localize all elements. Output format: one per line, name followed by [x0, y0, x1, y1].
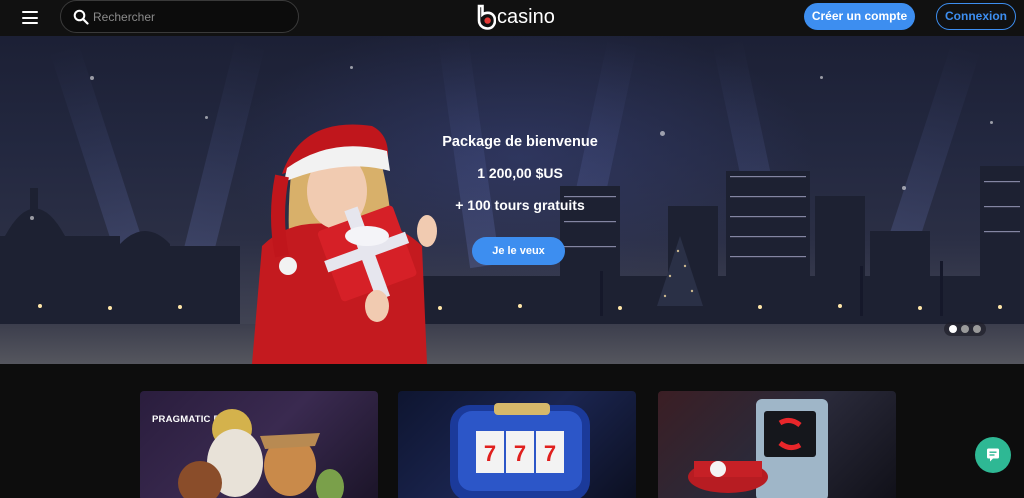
carousel-dot-1[interactable]: [949, 325, 957, 333]
logo-text: casino: [497, 5, 555, 28]
carousel-dot-2[interactable]: [961, 325, 969, 333]
live-chat-button[interactable]: [975, 437, 1011, 473]
promo-title: Package de bienvenue: [442, 134, 598, 150]
snowflake: [350, 66, 353, 69]
carousel-dots: [944, 322, 986, 336]
snowflake: [660, 131, 665, 136]
svg-text:7: 7: [484, 441, 496, 466]
game-tile-slot-machine[interactable]: 7 7 7: [398, 391, 636, 498]
game-tile-phone-device[interactable]: [658, 391, 896, 498]
svg-text:7: 7: [514, 441, 526, 466]
carousel-dot-3[interactable]: [973, 325, 981, 333]
logo-b-icon: [477, 4, 496, 30]
signup-button[interactable]: Créer un compte: [804, 3, 915, 30]
search-input[interactable]: [93, 7, 288, 27]
woman-with-gift-image: [252, 124, 437, 364]
promenade-ground: [0, 324, 1024, 364]
game-characters-image: [178, 409, 344, 498]
snowflake: [902, 186, 906, 190]
search-bar[interactable]: [60, 0, 299, 33]
snowflake: [990, 121, 993, 124]
game-tile-pragmatic-play[interactable]: PRAGMATIC PLAY: [140, 391, 378, 498]
search-icon: [73, 9, 89, 25]
claim-bonus-button[interactable]: Je le veux: [472, 237, 565, 265]
logo[interactable]: casino: [476, 2, 555, 32]
snowflake: [205, 116, 208, 119]
chat-icon: [987, 448, 999, 462]
snowflake: [820, 76, 823, 79]
hero-banner[interactable]: Package de bienvenue 1 200,00 $US + 100 …: [0, 36, 1024, 364]
promo-amount: 1 200,00 $US: [477, 165, 563, 181]
login-button[interactable]: Connexion: [936, 3, 1016, 30]
snowflake: [30, 216, 34, 220]
game-tiles-section: PRAGMATIC PLAY 7 7 7: [0, 364, 1024, 498]
device-image: [688, 399, 828, 498]
top-header: casino Créer un compte Connexion: [0, 0, 1024, 36]
promo-free-spins: + 100 tours gratuits: [455, 197, 585, 213]
promo-text-block: Package de bienvenue 1 200,00 $US + 100 …: [420, 134, 620, 213]
svg-text:7: 7: [544, 441, 556, 466]
slot-machine-image: 7 7 7: [450, 403, 590, 498]
hamburger-icon[interactable]: [22, 11, 38, 24]
snowflake: [90, 76, 94, 80]
